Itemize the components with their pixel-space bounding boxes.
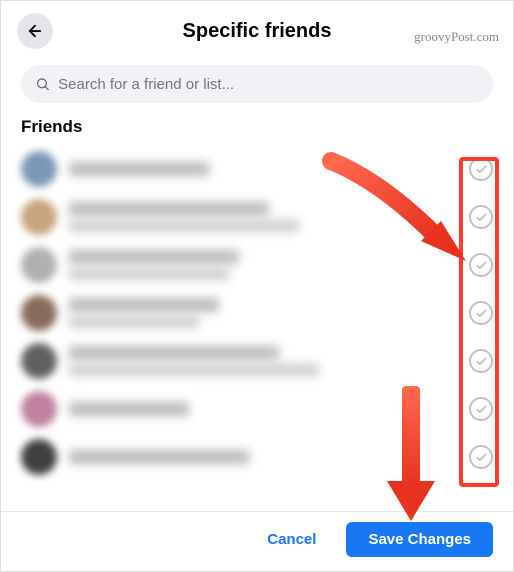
- avatar: [21, 199, 57, 235]
- avatar: [21, 439, 57, 475]
- check-icon: [475, 259, 488, 272]
- select-checkbox[interactable]: [469, 205, 493, 229]
- check-icon: [475, 355, 488, 368]
- friend-name-blurred: [69, 450, 249, 464]
- save-button[interactable]: Save Changes: [346, 522, 493, 557]
- friend-row[interactable]: [21, 193, 493, 241]
- dialog-footer: Cancel Save Changes: [1, 511, 513, 571]
- select-checkbox[interactable]: [469, 253, 493, 277]
- avatar: [21, 151, 57, 187]
- friend-row[interactable]: [21, 289, 493, 337]
- check-icon: [475, 403, 488, 416]
- search-container: [1, 57, 513, 113]
- friend-text: [69, 346, 457, 376]
- friend-row[interactable]: [21, 145, 493, 193]
- check-icon: [475, 307, 488, 320]
- friend-name-blurred: [69, 298, 219, 312]
- specific-friends-dialog: Specific friends groovyPost.com Friends …: [0, 0, 514, 572]
- search-input[interactable]: [58, 76, 479, 93]
- friend-row[interactable]: [21, 241, 493, 289]
- friend-name-blurred: [69, 402, 189, 416]
- friend-name-blurred: [69, 162, 209, 176]
- friend-text: [69, 250, 457, 280]
- avatar: [21, 343, 57, 379]
- search-icon: [35, 76, 50, 92]
- avatar: [21, 295, 57, 331]
- friend-row[interactable]: [21, 385, 493, 433]
- friend-text: [69, 402, 457, 416]
- select-checkbox[interactable]: [469, 157, 493, 181]
- friend-row[interactable]: [21, 337, 493, 385]
- search-field[interactable]: [21, 65, 493, 103]
- avatar: [21, 247, 57, 283]
- friend-name-blurred: [69, 250, 239, 264]
- dialog-header: Specific friends: [1, 1, 513, 57]
- select-checkbox[interactable]: [469, 301, 493, 325]
- friends-list: [1, 145, 513, 511]
- friend-subtext-blurred: [69, 316, 199, 328]
- friend-name-blurred: [69, 346, 279, 360]
- avatar: [21, 391, 57, 427]
- cancel-button[interactable]: Cancel: [245, 522, 338, 557]
- arrow-left-icon: [26, 22, 44, 40]
- friend-name-blurred: [69, 202, 269, 216]
- friend-row[interactable]: [21, 433, 493, 481]
- friend-text: [69, 202, 457, 232]
- dialog-title: Specific friends: [1, 20, 513, 43]
- select-checkbox[interactable]: [469, 349, 493, 373]
- section-heading: Friends: [1, 113, 513, 145]
- friend-text: [69, 298, 457, 328]
- check-icon: [475, 163, 488, 176]
- select-checkbox[interactable]: [469, 445, 493, 469]
- friend-text: [69, 162, 457, 176]
- friend-subtext-blurred: [69, 268, 229, 280]
- check-icon: [475, 451, 488, 464]
- check-icon: [475, 211, 488, 224]
- friend-subtext-blurred: [69, 364, 319, 376]
- friend-text: [69, 450, 457, 464]
- friend-subtext-blurred: [69, 220, 299, 232]
- back-button[interactable]: [17, 13, 53, 49]
- select-checkbox[interactable]: [469, 397, 493, 421]
